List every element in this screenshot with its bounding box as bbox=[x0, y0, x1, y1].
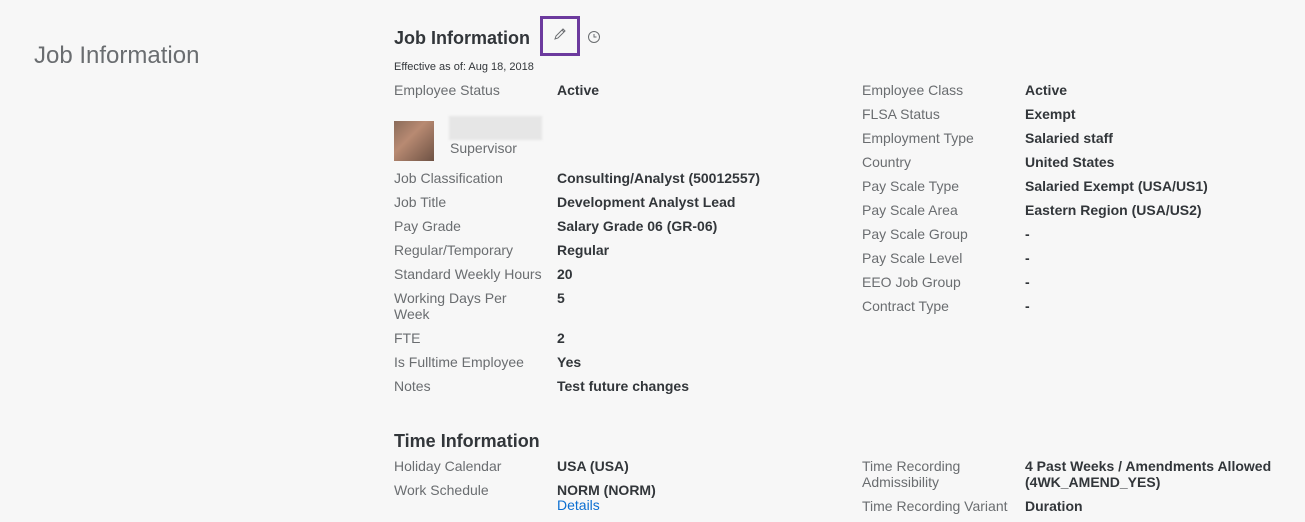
field-value: Test future changes bbox=[557, 378, 689, 394]
edit-button[interactable] bbox=[540, 16, 580, 56]
time-information-title: Time Information bbox=[394, 431, 540, 451]
field-value: Consulting/Analyst (50012557) bbox=[557, 170, 761, 186]
field-label: Employee Status bbox=[394, 82, 500, 98]
field-value: USA (USA) bbox=[557, 458, 629, 474]
field-label: Pay Scale Group bbox=[862, 226, 968, 242]
field-label: Working Days Per bbox=[394, 290, 507, 306]
field-label-line2: Admissibility bbox=[862, 474, 940, 490]
field-label: Pay Scale Type bbox=[862, 178, 960, 194]
field-value: Active bbox=[557, 82, 600, 98]
field-value: Eastern Region (USA/US2) bbox=[1025, 202, 1202, 218]
field-label: FTE bbox=[394, 330, 421, 346]
field-label: Pay Scale Level bbox=[862, 250, 963, 266]
pencil-icon bbox=[553, 27, 567, 46]
supervisor-avatar[interactable] bbox=[394, 121, 434, 161]
supervisor-name[interactable] bbox=[449, 116, 542, 140]
page-heading: Job Information bbox=[34, 42, 200, 69]
field-value: Development Analyst Lead bbox=[557, 194, 736, 210]
field-label-line2: Week bbox=[394, 306, 430, 322]
field-label: Work Schedule bbox=[394, 482, 489, 498]
field-value: - bbox=[1025, 298, 1030, 314]
field-value: Regular bbox=[557, 242, 610, 258]
field-label: Time Recording bbox=[862, 458, 961, 474]
field-value: Salaried Exempt (USA/US1) bbox=[1025, 178, 1208, 194]
field-label: Country bbox=[862, 154, 912, 170]
field-label: Job Classification bbox=[394, 170, 503, 186]
field-label: EEO Job Group bbox=[862, 274, 961, 290]
field-label: Employment Type bbox=[862, 130, 974, 146]
field-label: Job Title bbox=[394, 194, 447, 210]
field-label: Pay Grade bbox=[394, 218, 461, 234]
field-value: Duration bbox=[1025, 498, 1083, 514]
details-link[interactable]: Details bbox=[557, 497, 600, 513]
clock-icon bbox=[587, 30, 601, 49]
field-value: 20 bbox=[557, 266, 573, 282]
field-value: Salaried staff bbox=[1025, 130, 1113, 146]
field-label: Holiday Calendar bbox=[394, 458, 502, 474]
field-value: Exempt bbox=[1025, 106, 1076, 122]
field-value: 5 bbox=[557, 290, 565, 306]
field-value: - bbox=[1025, 226, 1030, 242]
job-information-title: Job Information bbox=[394, 28, 530, 48]
history-button[interactable] bbox=[585, 30, 603, 48]
field-value: United States bbox=[1025, 154, 1115, 170]
field-label: FLSA Status bbox=[862, 106, 940, 122]
field-value: 4 Past Weeks / Amendments Allowed bbox=[1025, 458, 1272, 474]
field-value: - bbox=[1025, 274, 1030, 290]
field-label: Pay Scale Area bbox=[862, 202, 958, 218]
supervisor-label: Supervisor bbox=[450, 140, 517, 156]
field-value: Yes bbox=[557, 354, 582, 370]
field-value-line2: (4WK_AMEND_YES) bbox=[1025, 474, 1161, 490]
field-label: Employee Class bbox=[862, 82, 964, 98]
field-label: Standard Weekly Hours bbox=[394, 266, 542, 282]
field-value: Salary Grade 06 (GR-06) bbox=[557, 218, 718, 234]
effective-date: Effective as of: Aug 18, 2018 bbox=[394, 61, 534, 73]
field-label: Time Recording Variant bbox=[862, 498, 1008, 514]
field-value: NORM (NORM) bbox=[557, 482, 656, 498]
field-label: Contract Type bbox=[862, 298, 949, 314]
field-label: Regular/Temporary bbox=[394, 242, 514, 258]
field-value: 2 bbox=[557, 330, 565, 346]
field-value: Active bbox=[1025, 82, 1068, 98]
field-label: Is Fulltime Employee bbox=[394, 354, 524, 370]
field-value: - bbox=[1025, 250, 1030, 266]
field-label: Notes bbox=[394, 378, 431, 394]
